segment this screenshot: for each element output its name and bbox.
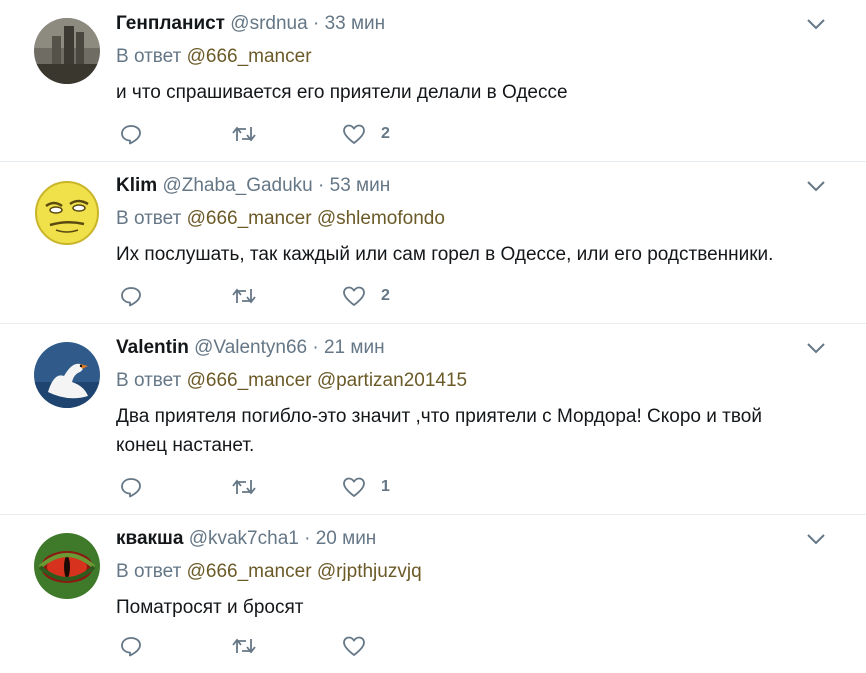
tweet[interactable]: Valentin @Valentyn66 · 21 мин В ответ @6…	[0, 324, 866, 515]
timestamp[interactable]: 33 мин	[325, 13, 386, 34]
retweet-icon	[232, 638, 256, 654]
avatar[interactable]	[34, 533, 100, 599]
tweet-actions	[116, 633, 416, 659]
mention-link[interactable]: @666_mancer	[187, 370, 312, 391]
avatar[interactable]	[34, 342, 100, 408]
retweet-button[interactable]	[231, 121, 257, 147]
chevron-down-icon[interactable]	[806, 17, 826, 31]
like-button[interactable]: 2	[342, 283, 390, 309]
mention-link[interactable]: @shlemofondo	[317, 208, 445, 229]
reply-context: В ответ @666_mancer @shlemofondo	[116, 207, 826, 231]
heart-icon	[343, 286, 365, 306]
author-name[interactable]: Valentin	[116, 337, 189, 358]
tweet-text: Их послушать, так каждый или сам горел в…	[116, 244, 774, 265]
author-handle[interactable]: @srdnua	[230, 13, 307, 34]
timestamp[interactable]: 21 мин	[324, 337, 385, 358]
mention-link[interactable]: @partizan201415	[317, 370, 467, 391]
tweet-actions: 1	[116, 474, 416, 500]
mention-link[interactable]: @666_mancer	[187, 561, 312, 582]
author-name[interactable]: Klim	[116, 175, 157, 196]
reply-context: В ответ @666_mancer	[116, 45, 826, 69]
reply-icon	[121, 125, 141, 145]
reply-context: В ответ @666_mancer @partizan201415	[116, 369, 826, 393]
like-count: 1	[381, 478, 390, 495]
tweet-text: и что спрашивается его приятели делали в…	[116, 82, 568, 103]
tweet-header: Генпланист @srdnua · 33 мин	[116, 12, 826, 36]
separator-dot: ·	[312, 13, 320, 34]
tweet[interactable]: Klim @Zhaba_Gaduku · 53 мин В ответ @666…	[0, 162, 866, 324]
tweet-header: квакша @kvak7cha1 · 20 мин	[116, 527, 826, 551]
tweet-text-line: конец настанет.	[116, 435, 255, 456]
reply-button[interactable]	[120, 633, 142, 659]
reply-icon	[121, 637, 141, 657]
tweet-actions: 2	[116, 283, 416, 309]
chevron-down-icon[interactable]	[806, 179, 826, 193]
reply-button[interactable]	[120, 121, 142, 147]
like-button[interactable]	[342, 633, 381, 659]
timestamp[interactable]: 53 мин	[330, 175, 391, 196]
reply-prefix: В ответ	[116, 46, 182, 67]
like-count: 2	[381, 287, 390, 304]
like-button[interactable]: 1	[342, 474, 390, 500]
tweet-header: Valentin @Valentyn66 · 21 мин	[116, 336, 826, 360]
retweet-button[interactable]	[231, 633, 257, 659]
author-handle[interactable]: @kvak7cha1	[189, 528, 299, 549]
chevron-down-icon[interactable]	[806, 341, 826, 355]
reply-prefix: В ответ	[116, 208, 182, 229]
retweet-button[interactable]	[231, 283, 257, 309]
reply-button[interactable]	[120, 283, 142, 309]
separator-dot: ·	[304, 528, 311, 549]
separator-dot: ·	[318, 175, 325, 196]
author-name[interactable]: квакша	[116, 528, 183, 549]
mention-link[interactable]: @666_mancer	[187, 208, 312, 229]
author-handle[interactable]: @Valentyn66	[194, 337, 307, 358]
tweet-header: Klim @Zhaba_Gaduku · 53 мин	[116, 174, 826, 198]
heart-icon	[343, 636, 365, 656]
heart-icon	[343, 477, 365, 497]
tweet[interactable]: квакша @kvak7cha1 · 20 мин В ответ @666_…	[0, 515, 866, 673]
tweet-text: Поматросят и бросят	[116, 597, 304, 618]
author-name[interactable]: Генпланист	[116, 13, 225, 34]
like-button[interactable]: 2	[342, 121, 390, 147]
timestamp[interactable]: 20 мин	[316, 528, 377, 549]
mention-link[interactable]: @666_mancer	[187, 46, 312, 67]
tweet[interactable]: Генпланист @srdnua · 33 мин В ответ @666…	[0, 0, 866, 162]
chevron-down-icon[interactable]	[806, 532, 826, 546]
reply-icon	[121, 478, 141, 498]
reply-prefix: В ответ	[116, 561, 182, 582]
tweet-text: Два приятеля погибло-это значит ,что при…	[116, 402, 826, 460]
retweet-button[interactable]	[231, 474, 257, 500]
avatar[interactable]	[34, 18, 100, 84]
reply-icon	[121, 287, 141, 307]
retweet-icon	[232, 479, 256, 495]
tweet-text-line: Два приятеля погибло-это значит ,что при…	[116, 406, 762, 427]
author-handle[interactable]: @Zhaba_Gaduku	[162, 175, 312, 196]
retweet-icon	[232, 126, 256, 142]
separator-dot: ·	[312, 337, 319, 358]
reply-context: В ответ @666_mancer @rjpthjuzvjq	[116, 560, 826, 584]
avatar[interactable]	[34, 180, 100, 246]
tweet-actions: 2	[116, 121, 416, 147]
heart-icon	[343, 124, 365, 144]
retweet-icon	[232, 288, 256, 304]
mention-link[interactable]: @rjpthjuzvjq	[317, 561, 422, 582]
reply-prefix: В ответ	[116, 370, 182, 391]
like-count: 2	[381, 125, 390, 142]
reply-button[interactable]	[120, 474, 142, 500]
